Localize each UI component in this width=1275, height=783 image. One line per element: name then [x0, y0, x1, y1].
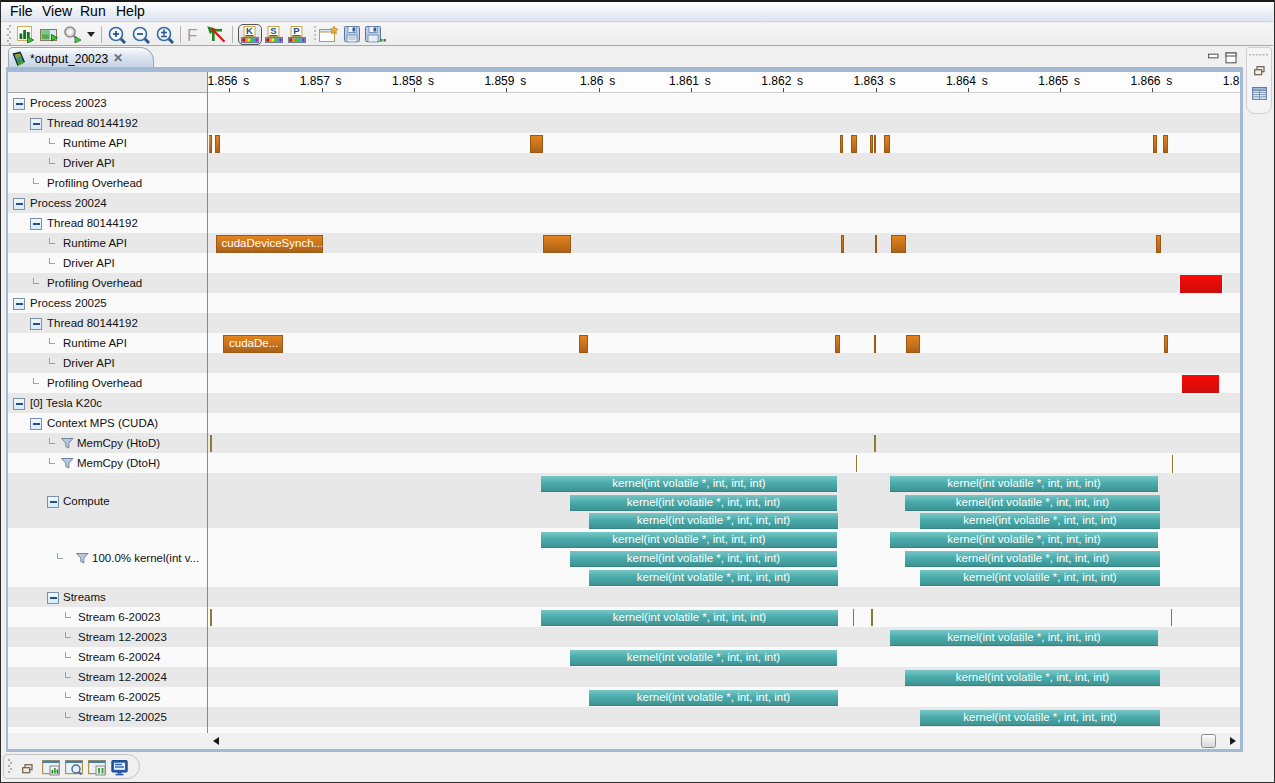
svg-text:S: S [270, 26, 276, 36]
svg-text:K: K [246, 26, 253, 36]
svg-text:P: P [293, 26, 300, 36]
